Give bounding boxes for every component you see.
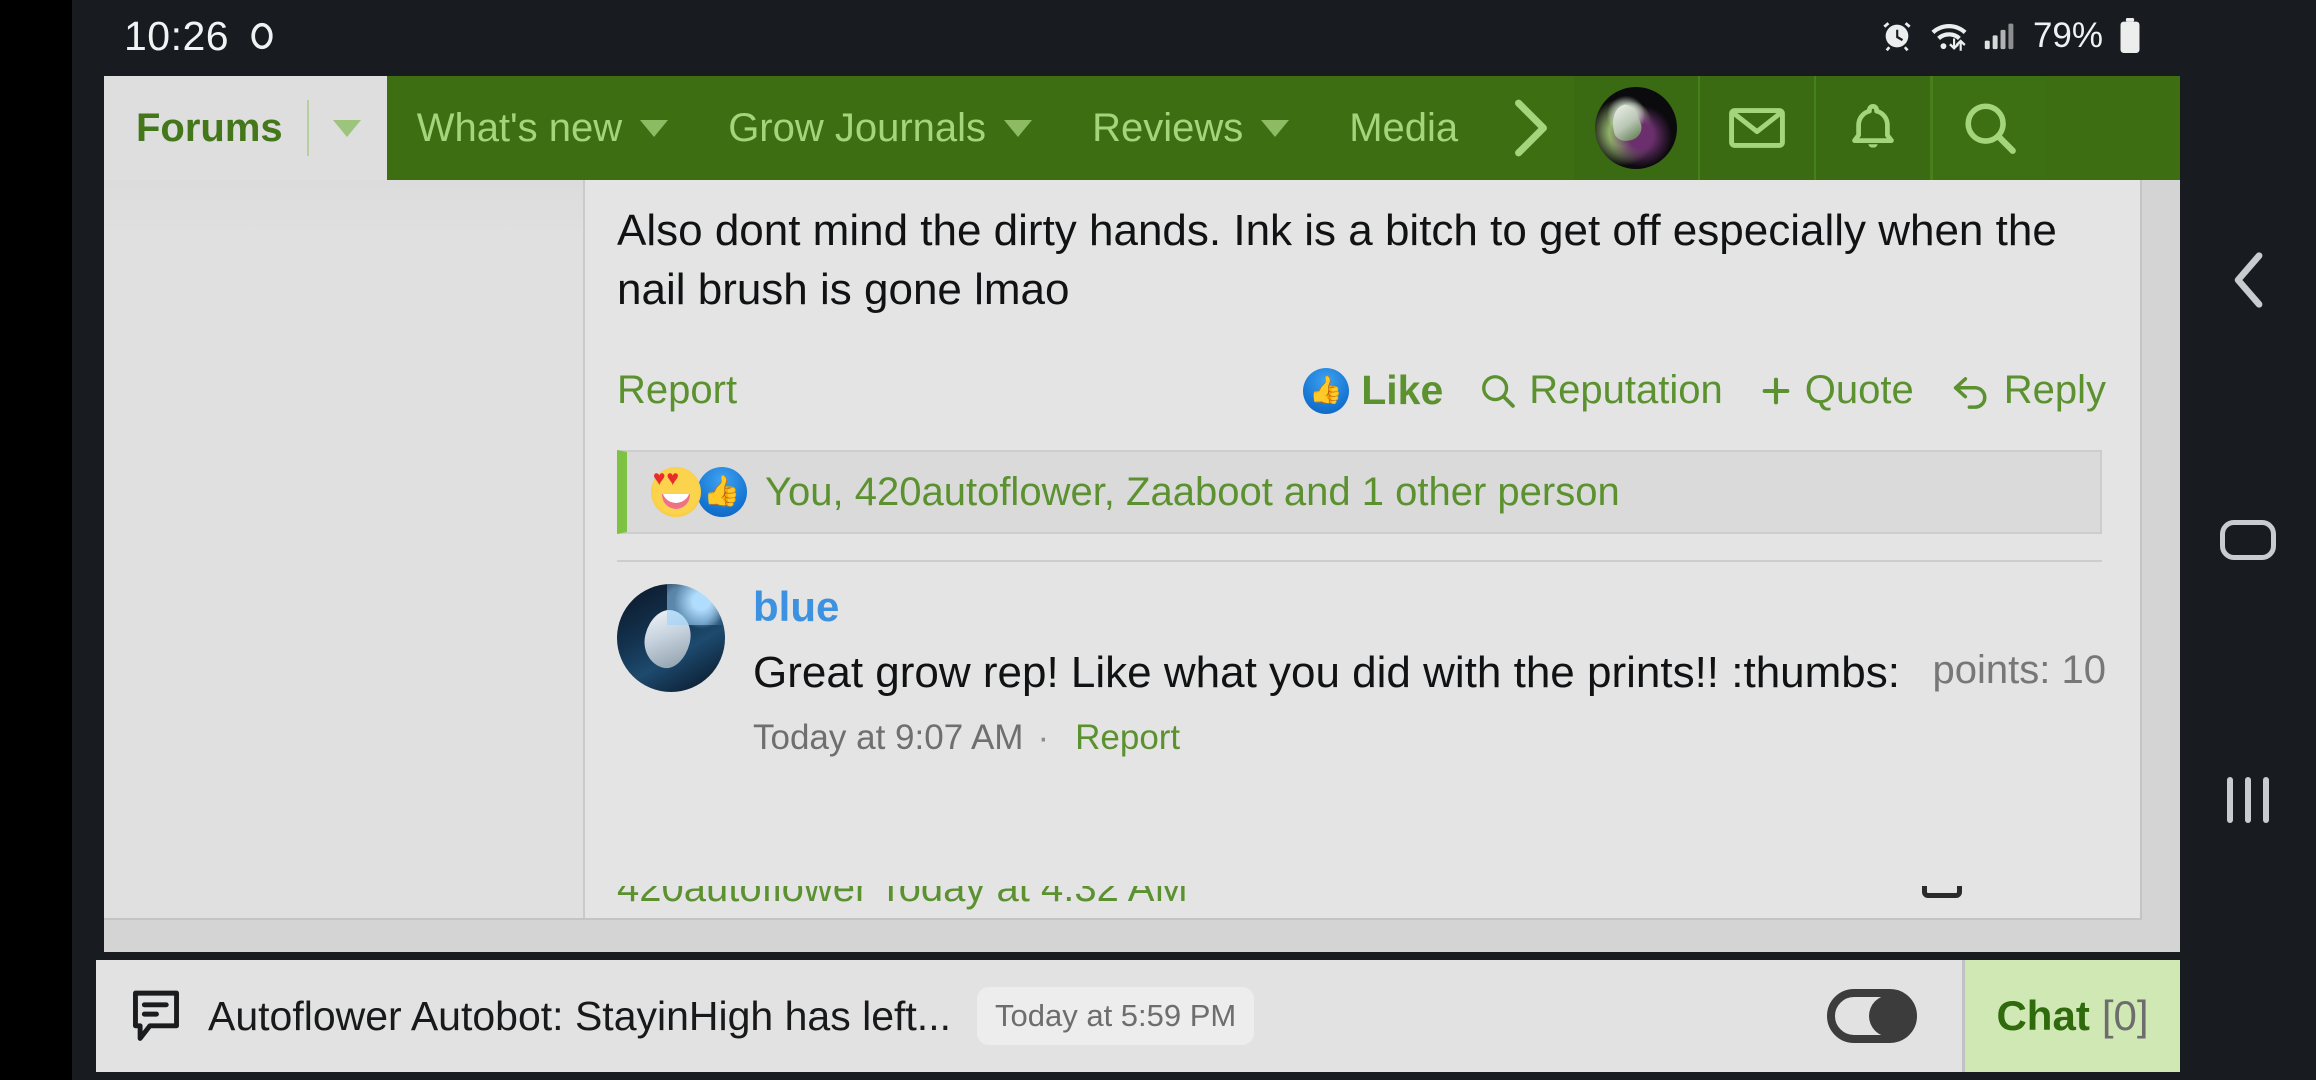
nav-item-label: Grow Journals xyxy=(728,105,987,150)
left-black-gutter xyxy=(0,0,72,1080)
reactions-bar[interactable]: 👍 You, 420autoflower, Zaaboot and 1 othe… xyxy=(617,450,2102,535)
comment-text-row: Great grow rep! Like what you did with t… xyxy=(753,644,2106,702)
chevron-down-icon[interactable] xyxy=(1004,119,1033,137)
phone-screen: 10:26 79% Forums What's new Grow Journal… xyxy=(0,0,2316,1080)
status-bar-left: 10:26 xyxy=(124,13,279,60)
heart-eyes-emoji xyxy=(651,467,701,518)
reply-button[interactable]: Reply xyxy=(1950,368,2106,413)
forum-nav-bar: Forums What's new Grow Journals Reviews … xyxy=(104,76,2180,180)
status-time: 10:26 xyxy=(124,12,230,59)
android-home-button[interactable] xyxy=(2180,480,2316,600)
bell-icon xyxy=(1852,104,1894,148)
nav-item-label: Reviews xyxy=(1092,105,1244,150)
nav-search-button[interactable] xyxy=(1930,76,2047,180)
android-recents-button[interactable] xyxy=(2180,740,2316,860)
status-bar-right: 79% xyxy=(1880,16,2142,56)
post-body-text: Also dont mind the dirty hands. Ink is a… xyxy=(617,206,2057,314)
nav-item-label: Forums xyxy=(136,105,283,150)
chat-toggle-cell[interactable] xyxy=(1782,960,1962,1072)
post-author-sidebar xyxy=(104,180,585,918)
search-icon xyxy=(1965,103,2016,154)
nav-item-label: Media xyxy=(1349,105,1459,150)
thumbs-up-icon: 👍 xyxy=(1303,367,1350,414)
android-back-button[interactable] xyxy=(2180,220,2316,340)
nav-item-forums[interactable]: Forums xyxy=(104,76,387,180)
chat-button-count: [0] xyxy=(2101,992,2149,1039)
nav-item-whats-new[interactable]: What's new xyxy=(387,76,699,180)
chat-message-text: Autoflower Autobot: StayinHigh has left.… xyxy=(208,992,951,1039)
comment-text: Great grow rep! Like what you did with t… xyxy=(753,648,1900,698)
toggle-switch[interactable] xyxy=(1827,989,1917,1043)
comment-username[interactable]: blue xyxy=(753,583,839,630)
chat-button[interactable]: Chat [0] xyxy=(1962,960,2180,1072)
nav-item-grow-journals[interactable]: Grow Journals xyxy=(698,76,1062,180)
nav-overflow-button[interactable] xyxy=(1488,76,1574,180)
nav-inbox-button[interactable] xyxy=(1698,76,1815,180)
comment-body: blue Great grow rep! Like what you did w… xyxy=(753,583,2106,758)
nav-item-media[interactable]: Media xyxy=(1319,76,1488,180)
next-post-cutoff-text: 420autoflower Today at 4:32 AM xyxy=(617,886,1188,910)
chat-bubble-icon xyxy=(133,990,179,1041)
chevron-down-icon[interactable] xyxy=(1261,119,1290,137)
reputation-button[interactable]: Reputation xyxy=(1479,368,1723,413)
search-icon xyxy=(1482,374,1516,408)
quote-label: Quote xyxy=(1804,368,1914,413)
nav-account-button[interactable] xyxy=(1574,76,1699,180)
recording-indicator-icon xyxy=(251,22,273,50)
chevron-left-icon xyxy=(2234,252,2263,308)
chat-bar: Autoflower Autobot: StayinHigh has left.… xyxy=(96,960,2180,1072)
nav-alerts-button[interactable] xyxy=(1814,76,1931,180)
chat-button-label: Chat xyxy=(1996,992,2090,1039)
nav-item-label: What's new xyxy=(416,105,623,150)
wifi-icon xyxy=(1931,24,1967,51)
user-avatar-horse xyxy=(1595,87,1678,169)
nav-item-reviews[interactable]: Reviews xyxy=(1062,76,1319,180)
chevron-right-icon xyxy=(1515,99,1548,157)
thread-post-container: Also dont mind the dirty hands. Ink is a… xyxy=(104,180,2142,920)
reputation-label: Reputation xyxy=(1529,368,1723,413)
plus-icon xyxy=(1762,377,1790,404)
chat-message-time: Today at 5:59 PM xyxy=(977,987,1255,1045)
quote-button[interactable]: Quote xyxy=(1759,368,1914,413)
page-content: Also dont mind the dirty hands. Ink is a… xyxy=(104,180,2180,952)
status-bar: 10:26 79% xyxy=(72,0,2180,72)
comment-item: blue Great grow rep! Like what you did w… xyxy=(617,562,2106,758)
comment-timestamp[interactable]: Today at 9:07 AM xyxy=(753,718,1023,758)
reply-arrow-icon xyxy=(1953,376,1987,409)
meta-separator: · xyxy=(1037,718,1050,758)
battery-icon xyxy=(2120,18,2140,54)
chevron-down-icon[interactable] xyxy=(306,100,361,156)
post-main-column: Also dont mind the dirty hands. Ink is a… xyxy=(585,180,2140,918)
chat-message-area[interactable]: Autoflower Autobot: StayinHigh has left.… xyxy=(96,960,1782,1072)
envelope-icon xyxy=(1729,108,1786,148)
comment-bubble-icon xyxy=(1922,886,1962,898)
post-action-row: Report 👍 Like Reputation Quote Reply xyxy=(617,367,2106,414)
battery-percent: 79% xyxy=(2032,16,2103,55)
next-post-cutoff: 420autoflower Today at 4:32 AM xyxy=(585,886,2102,920)
comment-report-link[interactable]: Report xyxy=(1075,718,1180,758)
signal-icon xyxy=(1984,23,2014,50)
reactions-text[interactable]: You, 420autoflower, Zaaboot and 1 other … xyxy=(765,470,1620,515)
astronaut-avatar[interactable] xyxy=(617,584,725,693)
comment-points: points: 10 xyxy=(1932,648,2106,693)
chevron-down-icon[interactable] xyxy=(640,119,669,137)
comment-header: blue xyxy=(753,583,2106,630)
like-label: Like xyxy=(1361,367,1444,414)
thumbs-up-emoji: 👍 xyxy=(697,467,747,518)
recents-icon xyxy=(2227,777,2269,823)
home-pill-icon xyxy=(2220,520,2276,560)
android-nav-bar xyxy=(2180,0,2316,1080)
comment-meta-row: Today at 9:07 AM · Report xyxy=(753,718,2106,758)
like-button[interactable]: 👍 Like xyxy=(1303,367,1443,414)
alarm-icon xyxy=(1883,22,1911,52)
reply-label: Reply xyxy=(2003,368,2106,413)
report-link[interactable]: Report xyxy=(617,368,737,413)
